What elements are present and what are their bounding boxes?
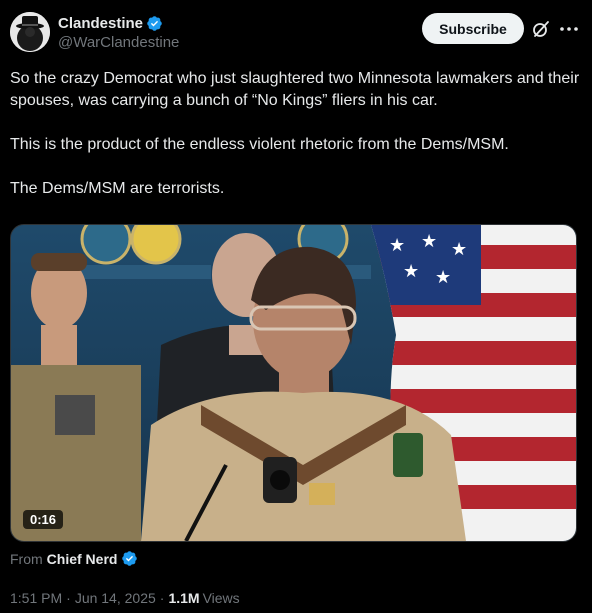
tweet-date[interactable]: Jun 14, 2025 bbox=[75, 590, 156, 606]
author-handle[interactable]: @WarClandestine bbox=[58, 34, 179, 51]
more-options-icon[interactable] bbox=[558, 19, 580, 39]
separator-dot: · bbox=[159, 590, 165, 606]
views-count: 1.1M bbox=[168, 590, 200, 606]
svg-text:★: ★ bbox=[389, 235, 405, 256]
svg-text:★: ★ bbox=[403, 261, 419, 282]
video-source: From Chief Nerd bbox=[10, 550, 138, 567]
tweet-header: Clandestine @WarClandestine Subscribe bbox=[10, 12, 582, 56]
source-account-link[interactable]: Chief Nerd bbox=[47, 551, 118, 567]
tweet-paragraph: So the crazy Democrat who just slaughter… bbox=[10, 70, 580, 109]
svg-text:★: ★ bbox=[421, 231, 437, 252]
separator-dot: · bbox=[66, 590, 71, 606]
verified-badge-icon bbox=[121, 550, 138, 567]
tweet-time[interactable]: 1:51 PM bbox=[10, 590, 62, 606]
tweet-paragraph: The Dems/MSM are terrorists. bbox=[10, 180, 225, 197]
source-prefix: From bbox=[10, 550, 43, 567]
svg-text:★: ★ bbox=[435, 267, 451, 288]
views-label: Views bbox=[202, 590, 240, 606]
author-avatar[interactable] bbox=[10, 12, 50, 52]
grok-icon[interactable] bbox=[531, 19, 551, 39]
tweet-metadata: 1:51 PM · Jun 14, 2025 · 1.1M Views bbox=[10, 590, 240, 606]
video-frame: ★ ★ ★ ★ ★ bbox=[11, 225, 576, 541]
video-player[interactable]: ★ ★ ★ ★ ★ 0:16 bbox=[10, 224, 577, 542]
video-duration-badge: 0:16 bbox=[23, 510, 64, 529]
svg-text:★: ★ bbox=[451, 239, 467, 260]
author-display-name[interactable]: Clandestine bbox=[58, 15, 143, 32]
avatar-image bbox=[10, 12, 50, 52]
tweet-paragraph: This is the product of the endless viole… bbox=[10, 136, 509, 153]
tweet-text: So the crazy Democrat who just slaughter… bbox=[10, 68, 582, 222]
verified-badge-icon bbox=[146, 15, 163, 32]
subscribe-button[interactable]: Subscribe bbox=[422, 13, 524, 44]
author-info: Clandestine @WarClandestine bbox=[58, 13, 179, 52]
